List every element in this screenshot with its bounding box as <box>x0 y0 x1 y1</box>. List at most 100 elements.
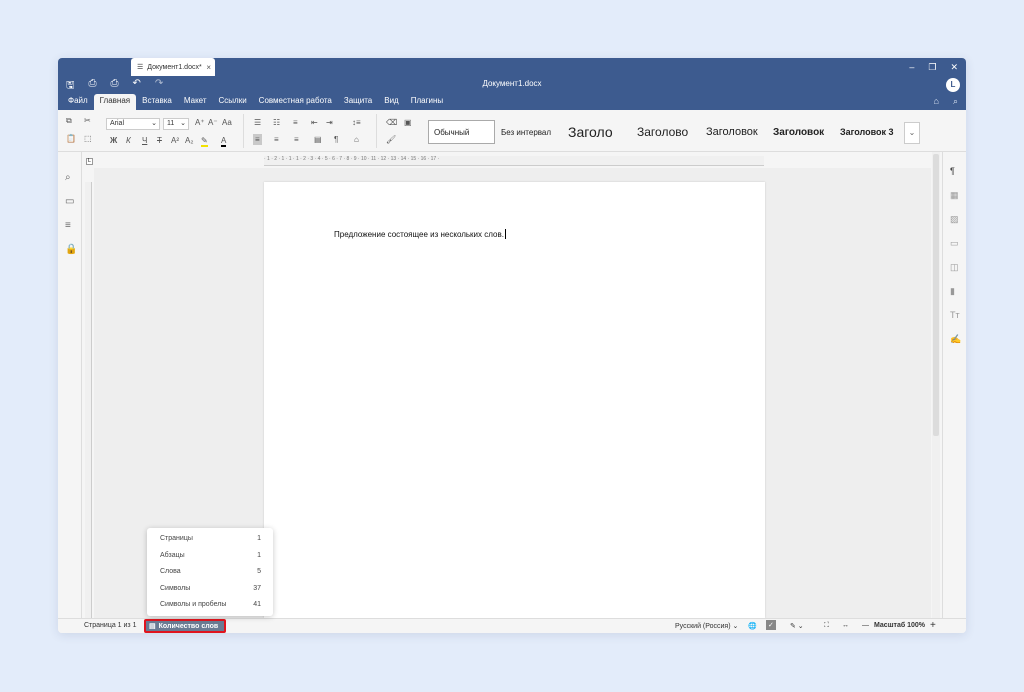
menu-references[interactable]: Ссылки <box>213 94 253 110</box>
zoom-in-icon[interactable]: + <box>930 620 936 631</box>
stat-label: Символы <box>160 585 191 592</box>
horizontal-ruler[interactable]: · 1 · 2 · 1 · 1 · 1 · 2 · 3 · 4 · 5 · 6 … <box>264 156 764 166</box>
stat-value: 1 <box>257 535 261 542</box>
increase-font-icon[interactable]: A⁺ <box>195 118 205 127</box>
close-window-icon[interactable]: ✕ <box>950 62 958 73</box>
stat-row: Символы и пробелы 41 <box>160 601 261 608</box>
signature-icon[interactable]: ✍ <box>950 334 961 345</box>
document-tab-title: Документ1.docx* <box>147 63 202 71</box>
chart-settings-icon[interactable]: ▮ <box>950 286 955 297</box>
justify-icon[interactable]: ▤ <box>314 135 322 144</box>
subscript-icon[interactable]: A₂ <box>185 136 193 145</box>
paragraph-marks-icon[interactable]: ¶ <box>334 135 338 144</box>
image-settings-icon[interactable]: ▨ <box>950 214 959 225</box>
maximize-icon[interactable]: ❐ <box>928 62 936 73</box>
lock-icon[interactable]: 🔒 <box>65 244 77 255</box>
align-left-icon[interactable]: ≡ <box>253 134 262 145</box>
font-size-select[interactable]: 11 ⌄ <box>163 118 189 130</box>
stat-label: Абзацы <box>160 552 185 559</box>
italic-icon[interactable]: К <box>126 136 131 145</box>
decrease-font-icon[interactable]: A⁻ <box>208 118 218 127</box>
tab-bar: ☰ Документ1.docx* × – ❐ ✕ <box>58 58 966 76</box>
search-icon[interactable]: ⌕ <box>953 96 958 107</box>
align-center-icon[interactable]: ≡ <box>274 135 279 144</box>
table-settings-icon[interactable]: ▦ <box>950 190 959 201</box>
ribbon-divider <box>243 114 244 148</box>
search-icon[interactable]: ⌕ <box>65 172 71 183</box>
font-name-select[interactable]: Arial ⌄ <box>106 118 160 130</box>
style-heading-1[interactable]: Заголо <box>562 120 631 144</box>
word-count-button[interactable]: ▤ Количество слов <box>144 619 226 633</box>
user-avatar[interactable]: L <box>946 78 960 92</box>
vertical-scrollbar[interactable] <box>932 152 940 618</box>
fit-width-icon[interactable]: ↔ <box>842 622 849 629</box>
language-label: Русский (Россия) <box>675 623 731 630</box>
track-changes-icon[interactable]: ✎ ⌄ <box>790 622 804 630</box>
comments-icon[interactable]: ▭ <box>65 196 74 207</box>
shading-icon[interactable]: ⌂ <box>354 135 359 144</box>
vertical-ruler[interactable] <box>85 182 92 618</box>
style-normal[interactable]: Обычный <box>428 120 495 144</box>
paragraph-text: Предложение состоящее из нескольких слов… <box>334 230 504 239</box>
paragraph-settings-icon[interactable]: ¶ <box>950 166 955 176</box>
document-page[interactable]: Предложение состоящее из нескольких слов… <box>264 182 765 618</box>
styles-expand-button[interactable]: ⌄ <box>904 122 920 144</box>
strikethrough-icon[interactable]: Т <box>157 136 162 145</box>
numbering-icon[interactable]: ☷ <box>273 118 280 127</box>
shape-settings-icon[interactable]: ◫ <box>950 262 959 273</box>
document-tab[interactable]: ☰ Документ1.docx* × <box>131 58 215 76</box>
font-color-icon[interactable]: A <box>221 136 227 147</box>
bullets-icon[interactable]: ☰ <box>254 118 261 127</box>
menu-insert[interactable]: Вставка <box>136 94 178 110</box>
select-all-icon[interactable]: ⬚ <box>84 134 92 143</box>
cut-icon[interactable]: ✂ <box>84 116 91 125</box>
menu-collaboration[interactable]: Совместная работа <box>253 94 338 110</box>
font-size-value: 11 <box>167 120 175 127</box>
stat-row: Слова 5 <box>160 568 261 575</box>
language-select[interactable]: Русский (Россия) ⌄ <box>675 622 738 630</box>
menu-plugins[interactable]: Плагины <box>405 94 449 110</box>
color-scheme-icon[interactable]: ▣ <box>404 118 412 127</box>
change-case-icon[interactable]: Aa <box>222 118 232 127</box>
minimize-icon[interactable]: – <box>909 62 914 72</box>
bold-icon[interactable]: Ж <box>110 136 117 145</box>
spellcheck-icon[interactable]: ✓ <box>766 620 776 630</box>
open-location-icon[interactable]: ⌂ <box>934 96 939 107</box>
multilevel-list-icon[interactable]: ≡ <box>293 118 298 127</box>
align-right-icon[interactable]: ≡ <box>294 135 299 144</box>
ruler-marks: · 1 · 2 · 1 · 1 · 1 · 2 · 3 · 4 · 5 · 6 … <box>264 156 440 162</box>
text-art-icon[interactable]: Tт <box>950 310 960 320</box>
word-count-label: Количество слов <box>158 622 219 630</box>
style-heading-3[interactable]: Заголовок <box>700 120 767 144</box>
style-heading-5[interactable]: Заголовок 3 <box>834 120 902 144</box>
menu-layout[interactable]: Макет <box>178 94 213 110</box>
navigation-icon[interactable]: ≡ <box>65 220 71 231</box>
document-text[interactable]: Предложение состоящее из нескольких слов… <box>334 229 506 239</box>
menu-protection[interactable]: Защита <box>338 94 378 110</box>
style-heading-2[interactable]: Заголово <box>631 120 700 144</box>
underline-icon[interactable]: Ч <box>142 136 147 145</box>
menu-home[interactable]: Главная <box>93 94 137 110</box>
header-footer-icon[interactable]: ▭ <box>950 238 959 249</box>
zoom-out-icon[interactable]: — <box>862 622 869 629</box>
close-tab-icon[interactable]: × <box>206 63 211 72</box>
superscript-icon[interactable]: A² <box>171 136 179 145</box>
line-spacing-icon[interactable]: ↕≡ <box>352 118 361 127</box>
menu-view[interactable]: Вид <box>378 94 404 110</box>
page-indicator[interactable]: Страница 1 из 1 <box>84 622 136 629</box>
highlight-icon[interactable]: ✎ <box>201 136 208 147</box>
copy-icon[interactable]: ⧉ <box>66 116 72 126</box>
scrollbar-thumb[interactable] <box>933 154 939 436</box>
menu-file[interactable]: Файл <box>62 94 94 110</box>
style-no-spacing[interactable]: Без интервал <box>495 120 562 144</box>
tab-stop-selector[interactable]: L <box>86 158 93 165</box>
clear-formatting-icon[interactable]: ⌫ <box>386 118 397 127</box>
style-heading-4[interactable]: Заголовок <box>767 120 834 144</box>
zoom-level[interactable]: Масштаб 100% <box>874 622 925 629</box>
increase-indent-icon[interactable]: ⇥ <box>326 118 333 127</box>
paste-icon[interactable]: 📋 <box>66 134 76 143</box>
doc-language-icon[interactable]: 🌐 <box>748 622 757 630</box>
fit-page-icon[interactable]: ⛶ <box>824 622 829 630</box>
decrease-indent-icon[interactable]: ⇤ <box>311 118 318 127</box>
copy-style-icon[interactable]: 🖌 <box>386 135 396 144</box>
